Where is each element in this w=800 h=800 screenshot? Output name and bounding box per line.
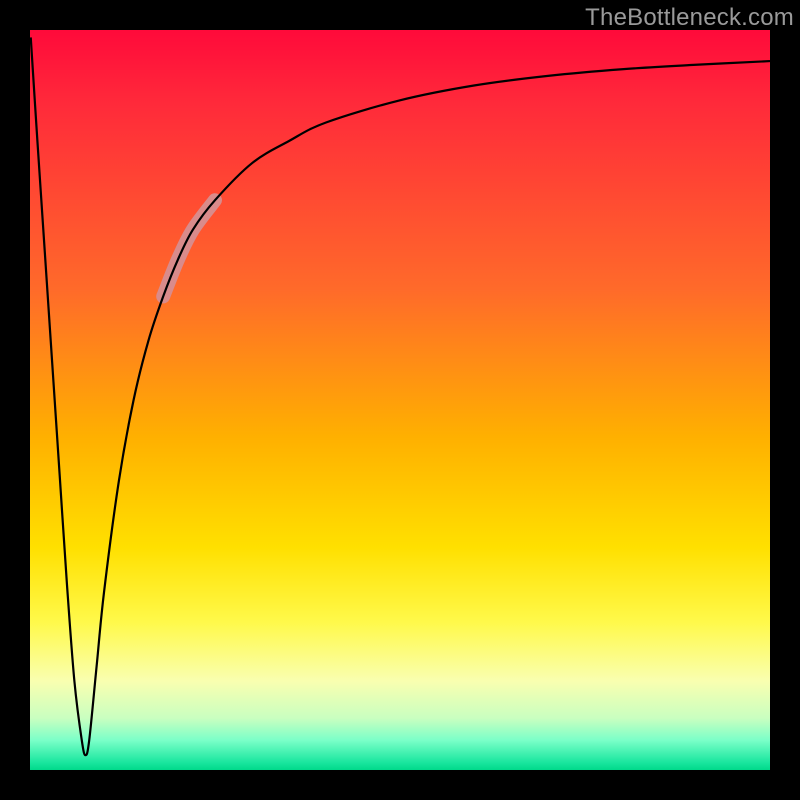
highlight-segment <box>163 200 215 296</box>
watermark-text: TheBottleneck.com <box>585 4 794 32</box>
chart-svg <box>30 30 770 770</box>
bottleneck-curve <box>31 37 770 755</box>
chart-frame: TheBottleneck.com <box>0 0 800 800</box>
